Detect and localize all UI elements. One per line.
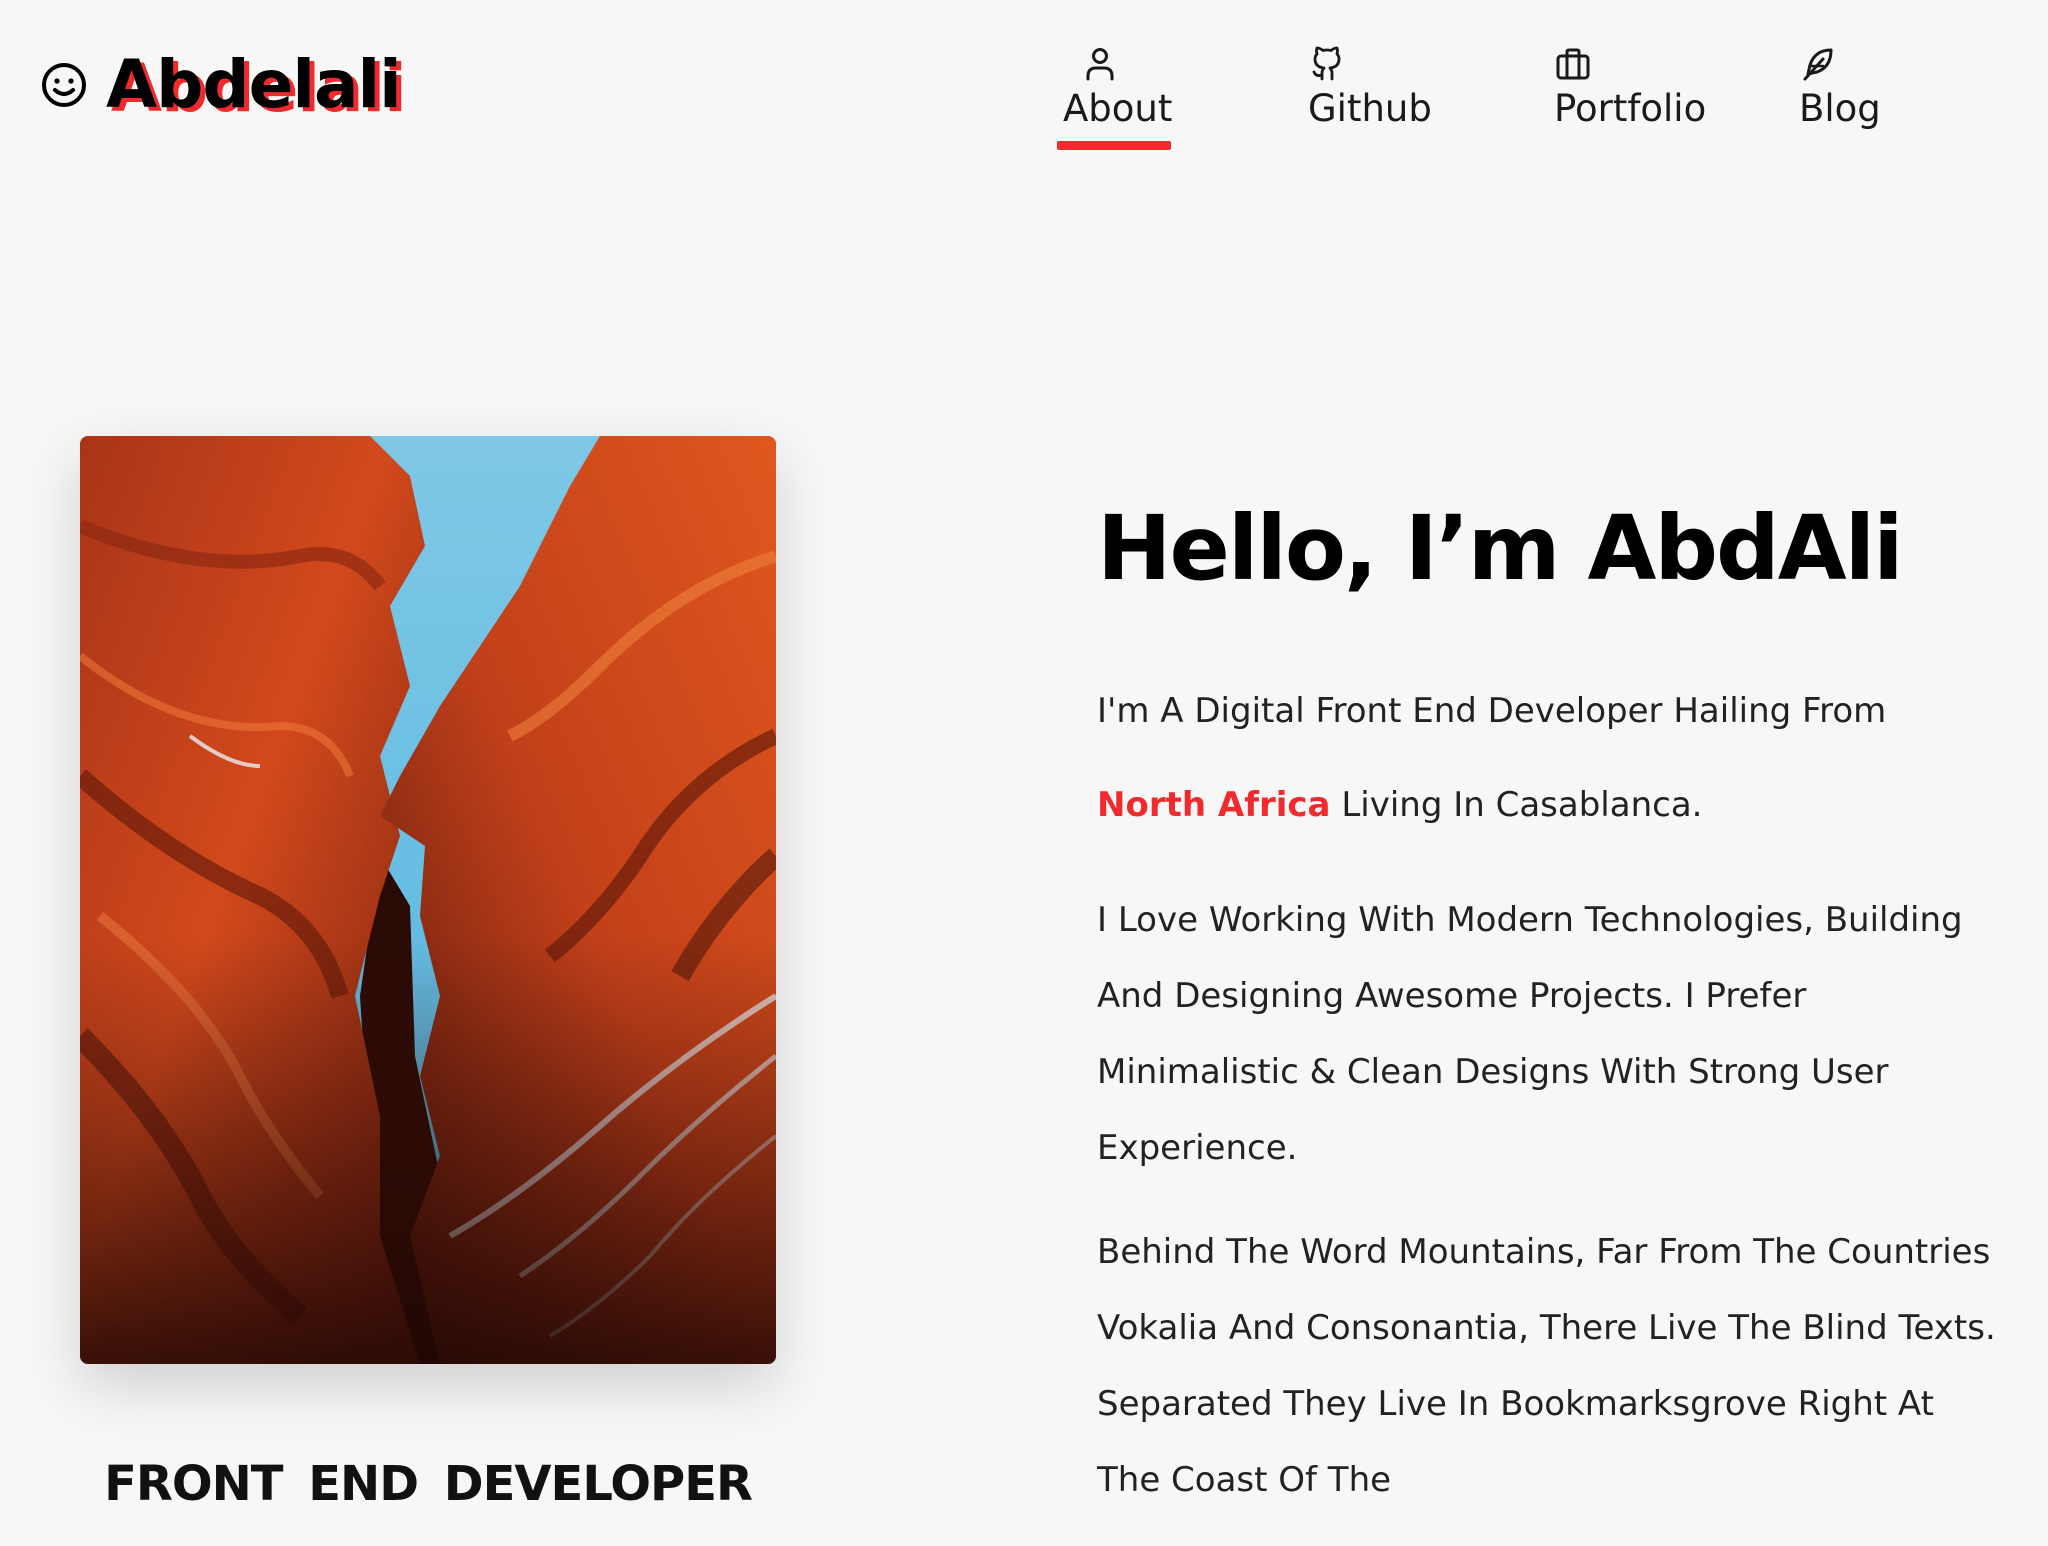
user-icon [1086,48,1114,81]
nav-label-blog: Blog [1799,87,1881,130]
intro-heading: Hello, I’m AbdAli [1097,496,1904,600]
nav-label-portfolio: Portfolio [1554,87,1707,130]
main-nav: About Github Portfolio Blog [1040,46,2040,166]
nav-item-about[interactable]: About [1063,46,1172,150]
smiley-icon [42,63,86,107]
nav-item-blog[interactable]: Blog [1799,46,1881,127]
profile-photo [80,436,776,1364]
brand-logo[interactable]: Abdelali [40,46,402,123]
role-title: FRONT END DEVELOPER [104,1456,753,1512]
intro-section: Hello, I’m AbdAli I'm A Digital Front En… [1097,496,1997,1546]
canyon-photo [80,436,776,1364]
nav-label-about: About [1063,87,1173,130]
intro-paragraph-2: I Love Working With Modern Technologies,… [1097,899,1963,1168]
nav-item-portfolio[interactable]: Portfolio [1554,46,1706,127]
site-header: Abdelali About Github Portfolio Blog [0,0,2048,190]
nav-item-github[interactable]: Github [1308,46,1432,127]
intro-paragraph-3: Behind The Word Mountains, Far From The … [1097,1231,1996,1500]
intro-text-before: I'm A Digital Front End Developer Hailin… [1097,690,1887,731]
brand-name: Abdelali [106,46,402,123]
feather-icon [1803,48,1833,81]
intro-text-after: Living In Casablanca. [1330,784,1703,825]
intro-paragraph-1: I'm A Digital Front End Developer Hailin… [1097,664,1997,852]
nav-label-github: Github [1308,87,1432,130]
github-icon [1312,46,1341,81]
briefcase-icon [1556,48,1590,80]
location-highlight: North Africa [1097,784,1331,825]
